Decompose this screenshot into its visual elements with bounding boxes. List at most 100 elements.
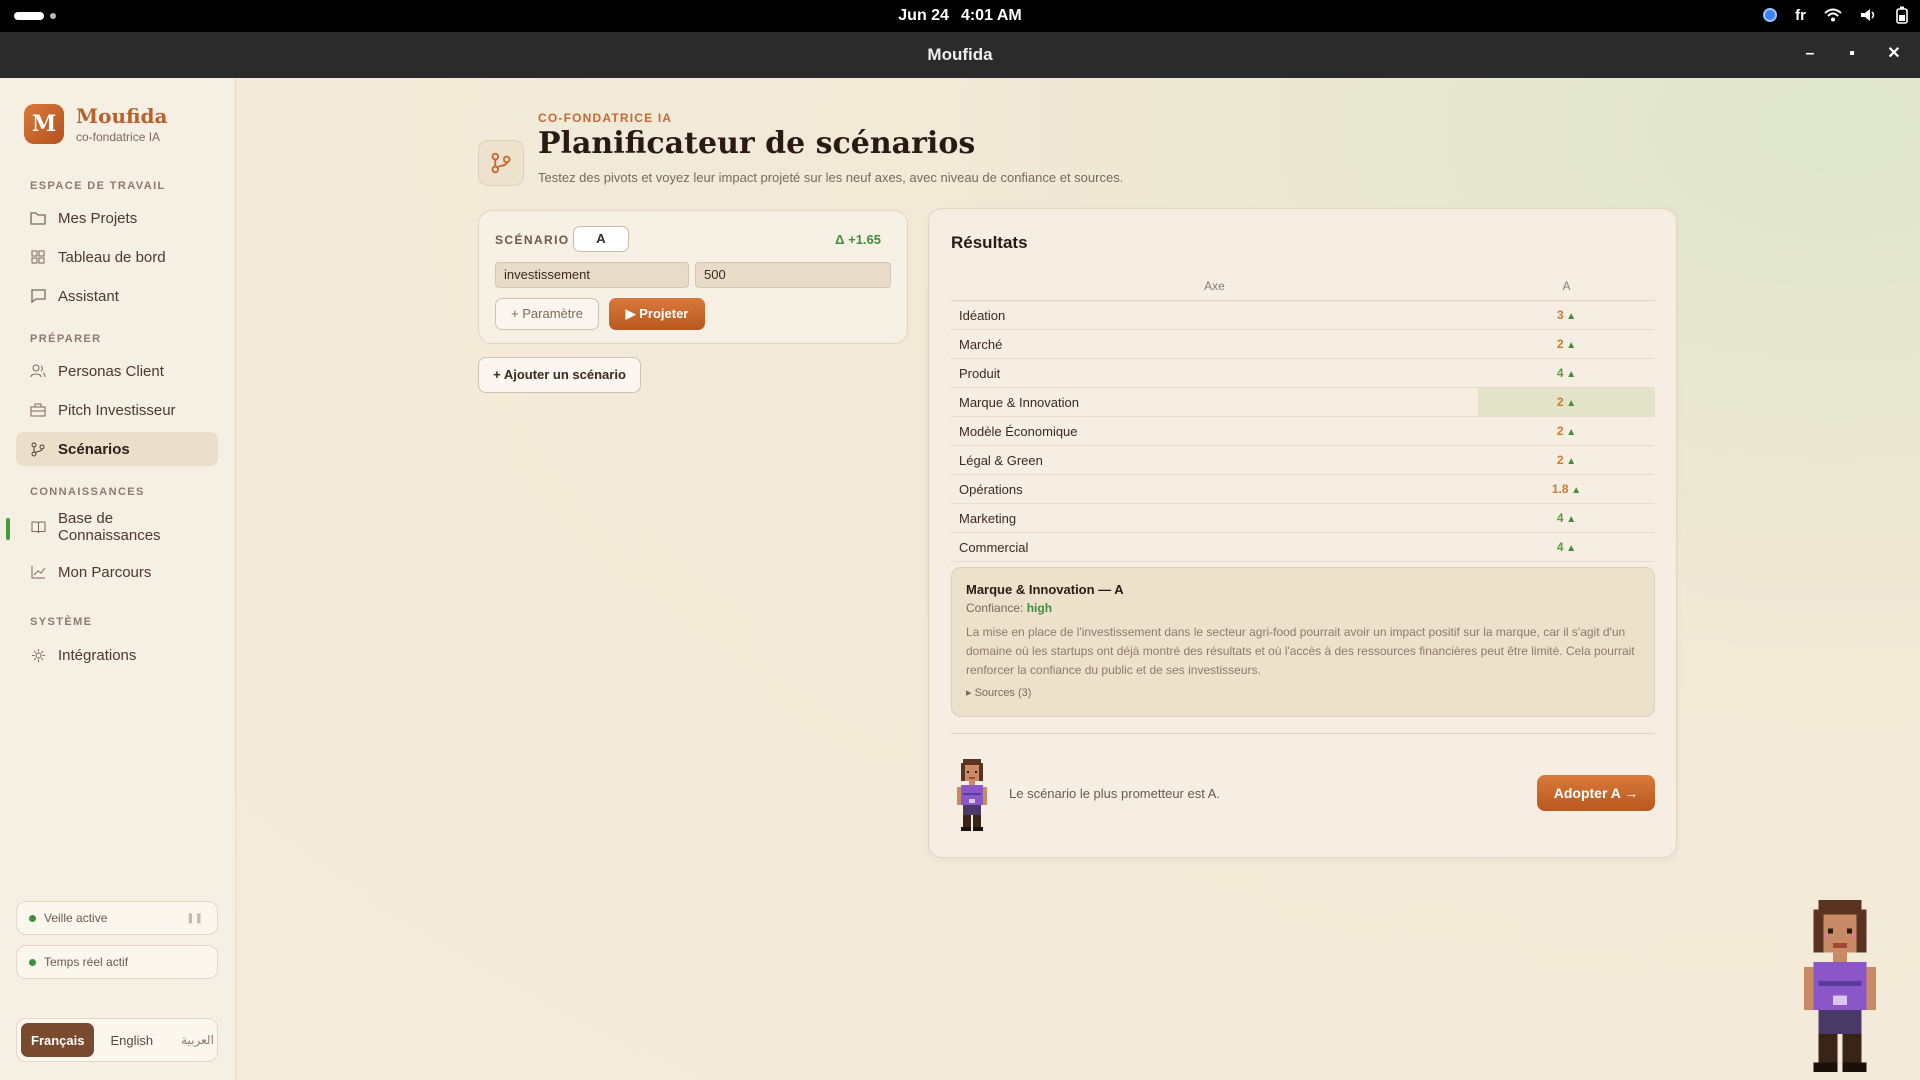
axis-value: 4 (1556, 540, 1564, 554)
column-header-axis: Axe (1204, 279, 1225, 293)
sidebar-item-label: Personas Client (58, 362, 164, 380)
axis-value-cell[interactable]: 2 ▲ (1478, 388, 1655, 416)
axis-value-cell[interactable]: 4 ▲ (1478, 359, 1655, 387)
date-label: Jun 24 (898, 7, 949, 24)
param-value-input[interactable]: 500 (695, 262, 891, 288)
axis-value-cell[interactable]: 4 ▲ (1478, 504, 1655, 532)
axis-value-cell[interactable]: 1.8 ▲ (1478, 475, 1655, 503)
clock[interactable]: Jun 24 4:01 AM (0, 7, 1920, 25)
system-tray: fr (1763, 6, 1908, 24)
detail-panel: Marque & Innovation — A Confiance: high … (951, 567, 1655, 717)
gear-icon (30, 647, 46, 663)
results-title: Résultats (951, 233, 1028, 252)
axis-value-cell[interactable]: 2 ▲ (1478, 446, 1655, 474)
project-button[interactable]: ▶ Projeter (609, 298, 705, 330)
trend-up-icon: ▲ (1563, 427, 1577, 438)
table-row[interactable]: Modèle Économique 2 ▲ (951, 417, 1655, 446)
table-row[interactable]: Marque & Innovation 2 ▲ (951, 388, 1655, 417)
time-label: 4:01 AM (960, 7, 1022, 24)
volume-icon[interactable] (1860, 8, 1878, 22)
minimize-button[interactable]: – (1802, 44, 1818, 64)
book-icon (30, 519, 46, 535)
param-name-input[interactable]: investissement (495, 262, 689, 288)
sidebar: M Moufida co-fondatrice IA ESPACE DE TRA… (0, 78, 236, 1080)
window-title-bar: Moufida – ▪ ✕ (0, 32, 1920, 78)
table-row[interactable]: Légal & Green 2 ▲ (951, 446, 1655, 475)
axis-value: 1.8 (1551, 482, 1569, 496)
active-indicator (6, 518, 10, 540)
wifi-icon[interactable] (1824, 8, 1842, 22)
app-logo: M (24, 104, 64, 144)
pause-icon[interactable]: ❚❚ (186, 913, 203, 924)
status-realtime: Temps réel actif (16, 945, 218, 979)
results-card: Résultats Axe A Idéation 3 ▲ Marché 2 ▲ Prod… (928, 208, 1677, 858)
page-title: Planificateur de scénarios (538, 126, 976, 161)
table-row[interactable]: Opérations 1.8 ▲ (951, 475, 1655, 504)
axis-value-cell[interactable]: 2 ▲ (1478, 330, 1655, 358)
table-row[interactable]: Marketing 4 ▲ (951, 504, 1655, 533)
users-icon (30, 363, 46, 379)
recommendation-text: Le scénario le plus prometteur est A. (1009, 786, 1221, 801)
table-row[interactable]: Commercial 4 ▲ (951, 533, 1655, 562)
sidebar-item-personas[interactable]: Personas Client (16, 354, 218, 388)
brand-name: Moufida (76, 104, 168, 128)
sources-toggle[interactable]: ▸ Sources (3) (966, 686, 1640, 699)
close-button[interactable]: ✕ (1886, 44, 1902, 64)
status-label: Veille active (44, 911, 108, 925)
battery-icon[interactable] (1896, 6, 1908, 24)
trend-up-icon: ▲ (1563, 543, 1577, 554)
axis-name: Opérations (959, 482, 1023, 497)
trend-up-icon: ▲ (1563, 456, 1577, 467)
sidebar-item-scenarios[interactable]: Scénarios (16, 432, 218, 466)
sidebar-item-label: Scénarios (58, 440, 130, 458)
status-watch[interactable]: Veille active ❚❚ (16, 901, 218, 935)
sidebar-item-label: Base de Connaissances (58, 510, 161, 544)
detail-body: La mise en place de l'investissement dan… (966, 625, 1635, 677)
sidebar-item-knowledge-base[interactable]: Base de Connaissances (16, 505, 218, 549)
brand-subtitle: co-fondatrice IA (76, 130, 161, 144)
brand[interactable]: M Moufida co-fondatrice IA (24, 104, 168, 144)
axis-name: Idéation (959, 308, 1006, 323)
system-top-bar: Jun 24 4:01 AM fr (0, 0, 1920, 32)
trend-up-icon: ▲ (1563, 311, 1577, 322)
section-title-knowledge: CONNAISSANCES (30, 486, 145, 498)
table-row[interactable]: Produit 4 ▲ (951, 359, 1655, 388)
notification-dot-icon[interactable] (1763, 8, 1778, 22)
status-dot-icon (29, 958, 36, 966)
add-param-button[interactable]: + Paramètre (495, 298, 599, 330)
table-row[interactable]: Idéation 3 ▲ (951, 301, 1655, 330)
trend-up-icon: ▲ (1563, 514, 1577, 525)
axis-value: 3 (1556, 308, 1564, 322)
lang-option-en[interactable]: English (98, 1023, 165, 1057)
sidebar-item-assistant[interactable]: Assistant (16, 279, 218, 313)
sidebar-item-label: Mes Projets (58, 209, 138, 227)
scenario-name-field[interactable]: A (573, 226, 629, 252)
maximize-button[interactable]: ▪ (1844, 44, 1860, 64)
moufida-mascot-icon[interactable] (1798, 900, 1882, 1072)
axis-value-cell[interactable]: 2 ▲ (1478, 417, 1655, 445)
sidebar-item-journey[interactable]: Mon Parcours (16, 555, 218, 589)
scenario-label: SCÉNARIO (495, 233, 570, 247)
sidebar-item-pitch[interactable]: Pitch Investisseur (16, 393, 218, 427)
axis-value: 2 (1556, 424, 1564, 438)
sidebar-item-projects[interactable]: Mes Projets (16, 201, 218, 235)
lang-option-fr[interactable]: Français (21, 1023, 95, 1057)
folder-icon (30, 210, 46, 226)
trend-up-icon: ▲ (1563, 398, 1577, 409)
branch-icon (30, 441, 46, 457)
keyboard-language[interactable]: fr (1795, 7, 1806, 24)
axis-value-cell[interactable]: 4 ▲ (1478, 533, 1655, 561)
page-subtitle: Testez des pivots et voyez leur impact p… (538, 170, 1124, 185)
section-title-system: SYSTÈME (30, 616, 93, 628)
lang-option-ar[interactable]: العربية (169, 1023, 226, 1057)
adopt-button[interactable]: Adopter A → (1537, 775, 1655, 811)
axis-name: Produit (959, 366, 1001, 381)
sidebar-item-integrations[interactable]: Intégrations (16, 638, 218, 672)
briefcase-icon (30, 402, 46, 418)
divider (951, 733, 1655, 734)
table-row[interactable]: Marché 2 ▲ (951, 330, 1655, 359)
add-scenario-button[interactable]: + Ajouter un scénario (478, 357, 641, 393)
sidebar-item-label: Assistant (58, 287, 119, 305)
sidebar-item-dashboard[interactable]: Tableau de bord (16, 240, 218, 274)
axis-value-cell[interactable]: 3 ▲ (1478, 301, 1655, 329)
